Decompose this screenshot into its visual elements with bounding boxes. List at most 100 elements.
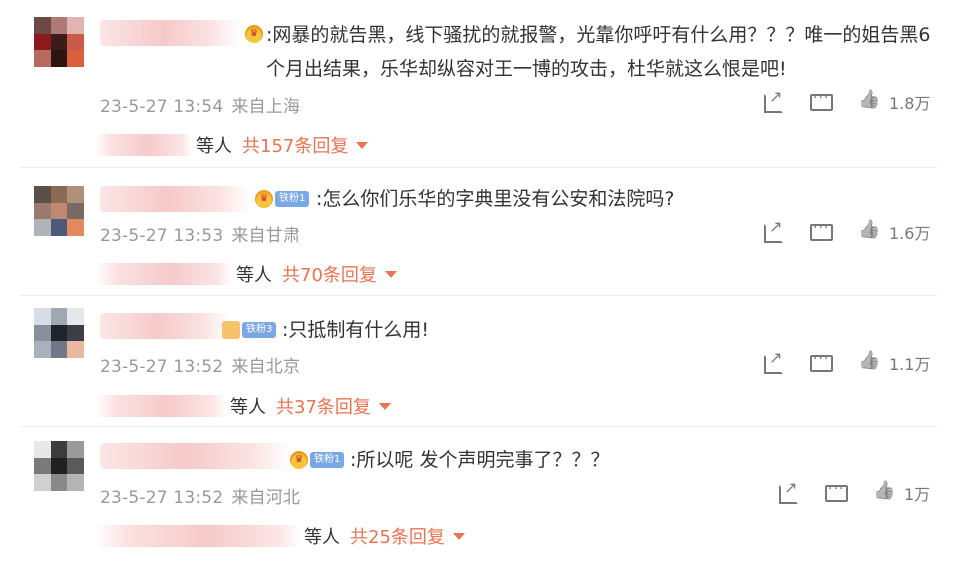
reply-count[interactable]: 共37条回复 [276, 393, 371, 419]
crown-icon: ♛ [290, 451, 308, 469]
avatar-tile [34, 202, 51, 220]
comment-text: :所以呢 发个声明完事了？？？ [350, 449, 610, 471]
avatar[interactable] [34, 441, 84, 491]
reply-who: 等人 [304, 527, 340, 548]
comment-date: 23-5-27 13:52 [100, 488, 224, 508]
comment-actions: 1.6万 [761, 217, 930, 244]
reply-summary[interactable]: 等人 共70条回复 [96, 261, 397, 287]
share-icon[interactable] [761, 217, 785, 244]
crown-icon: ♛ [255, 190, 273, 208]
avatar-tile [34, 33, 51, 51]
avatar-tile [67, 202, 84, 220]
avatar[interactable] [34, 17, 84, 67]
comment-actions: 1.1万 [761, 348, 930, 375]
comment-text: :网暴的就告黑，线下骚扰的就报警，光靠你呼吁有什么用？？？唯一的姐告黑6个月出结… [266, 24, 931, 80]
reply-who: 等人 [196, 136, 232, 157]
fan-level: 铁粉1 [310, 452, 345, 468]
username-redacted[interactable] [100, 313, 230, 339]
share-icon[interactable] [776, 478, 800, 505]
reply-who: 等人 [230, 397, 266, 418]
comment-text: :怎么你们乐华的字典里没有公安和法院吗? [316, 188, 675, 210]
comment-date: 23-5-27 13:52 [100, 357, 224, 377]
avatar[interactable] [34, 308, 84, 358]
divider [20, 295, 937, 296]
comment-location: 来自上海 [231, 97, 301, 117]
avatar-tile [50, 324, 68, 342]
comment-actions: 1.8万 [761, 87, 930, 114]
replier-names-redacted [96, 134, 192, 156]
comment-location: 来自北京 [231, 357, 301, 377]
chevron-down-icon[interactable] [452, 532, 465, 540]
replier-names-redacted [96, 263, 232, 285]
replier-names-redacted [96, 395, 226, 417]
username-redacted[interactable] [100, 186, 250, 212]
reply-summary[interactable]: 等人 共25条回复 [96, 523, 465, 549]
like-count[interactable]: 1.8万 [889, 90, 930, 114]
divider [20, 426, 937, 427]
like-icon[interactable] [857, 351, 881, 375]
username-redacted[interactable] [100, 20, 240, 46]
avatar-tile [67, 441, 84, 458]
comment-meta: 23-5-27 13:53 来自甘肃 [100, 221, 300, 246]
avatar-tile [34, 324, 51, 342]
like-count[interactable]: 1.6万 [889, 220, 930, 244]
comment-date: 23-5-27 13:54 [100, 97, 224, 117]
avatar-tile [67, 219, 84, 236]
reply-count[interactable]: 共157条回复 [242, 132, 348, 158]
avatar-tile [34, 441, 51, 458]
avatar-tile [34, 219, 51, 236]
like-icon[interactable] [857, 90, 881, 114]
reply-summary[interactable]: 等人 共37条回复 [96, 393, 391, 419]
avatar-tile [50, 308, 68, 325]
avatar-tile [50, 202, 68, 220]
avatar-tile [34, 186, 51, 203]
comment-icon[interactable] [824, 481, 848, 505]
comment-location: 来自甘肃 [231, 226, 301, 246]
avatar-tile [67, 457, 84, 475]
comment-icon[interactable] [809, 220, 833, 244]
like-icon[interactable] [872, 481, 896, 505]
like-count[interactable]: 1.1万 [889, 351, 930, 375]
comment-actions: 1万 [776, 478, 930, 505]
comment-icon[interactable] [809, 90, 833, 114]
avatar-tile [34, 457, 51, 475]
fan-badge: ♛ 铁粉3 [222, 320, 277, 340]
reply-count[interactable]: 共70条回复 [282, 261, 377, 287]
divider [20, 167, 937, 168]
comment-meta: 23-5-27 13:54 来自上海 [100, 92, 300, 117]
avatar-tile [50, 186, 68, 203]
avatar-tile [67, 341, 84, 358]
avatar-tile [50, 50, 68, 67]
chevron-down-icon[interactable] [356, 141, 369, 149]
reply-summary[interactable]: 等人 共157条回复 [96, 132, 369, 158]
avatar-tile [67, 324, 84, 342]
share-icon[interactable] [761, 348, 785, 375]
avatar[interactable] [34, 186, 84, 236]
chevron-down-icon[interactable] [378, 402, 391, 410]
avatar-tile [50, 17, 68, 34]
avatar-tile [67, 33, 84, 51]
fan-badge: ♛ 铁粉1 [290, 450, 345, 470]
vip-badge: ♛ [245, 24, 263, 44]
comment-location: 来自河北 [231, 488, 301, 508]
avatar-tile [67, 308, 84, 325]
crown-icon: ♛ [245, 25, 263, 43]
username-redacted[interactable] [100, 443, 290, 469]
avatar-tile [34, 17, 51, 34]
comment-meta: 23-5-27 13:52 来自北京 [100, 352, 300, 377]
avatar-tile [50, 219, 68, 236]
avatar-tile [34, 308, 51, 325]
avatar-tile [67, 474, 84, 491]
avatar-tile [50, 457, 68, 475]
reply-count[interactable]: 共25条回复 [350, 523, 445, 549]
crown-icon: ♛ [222, 321, 240, 339]
share-icon[interactable] [761, 87, 785, 114]
chevron-down-icon[interactable] [384, 270, 397, 278]
avatar-tile [67, 186, 84, 203]
avatar-tile [34, 474, 51, 491]
avatar-tile [50, 341, 68, 358]
replier-names-redacted [96, 525, 300, 547]
like-count[interactable]: 1万 [904, 481, 930, 505]
comment-icon[interactable] [809, 351, 833, 375]
like-icon[interactable] [857, 220, 881, 244]
